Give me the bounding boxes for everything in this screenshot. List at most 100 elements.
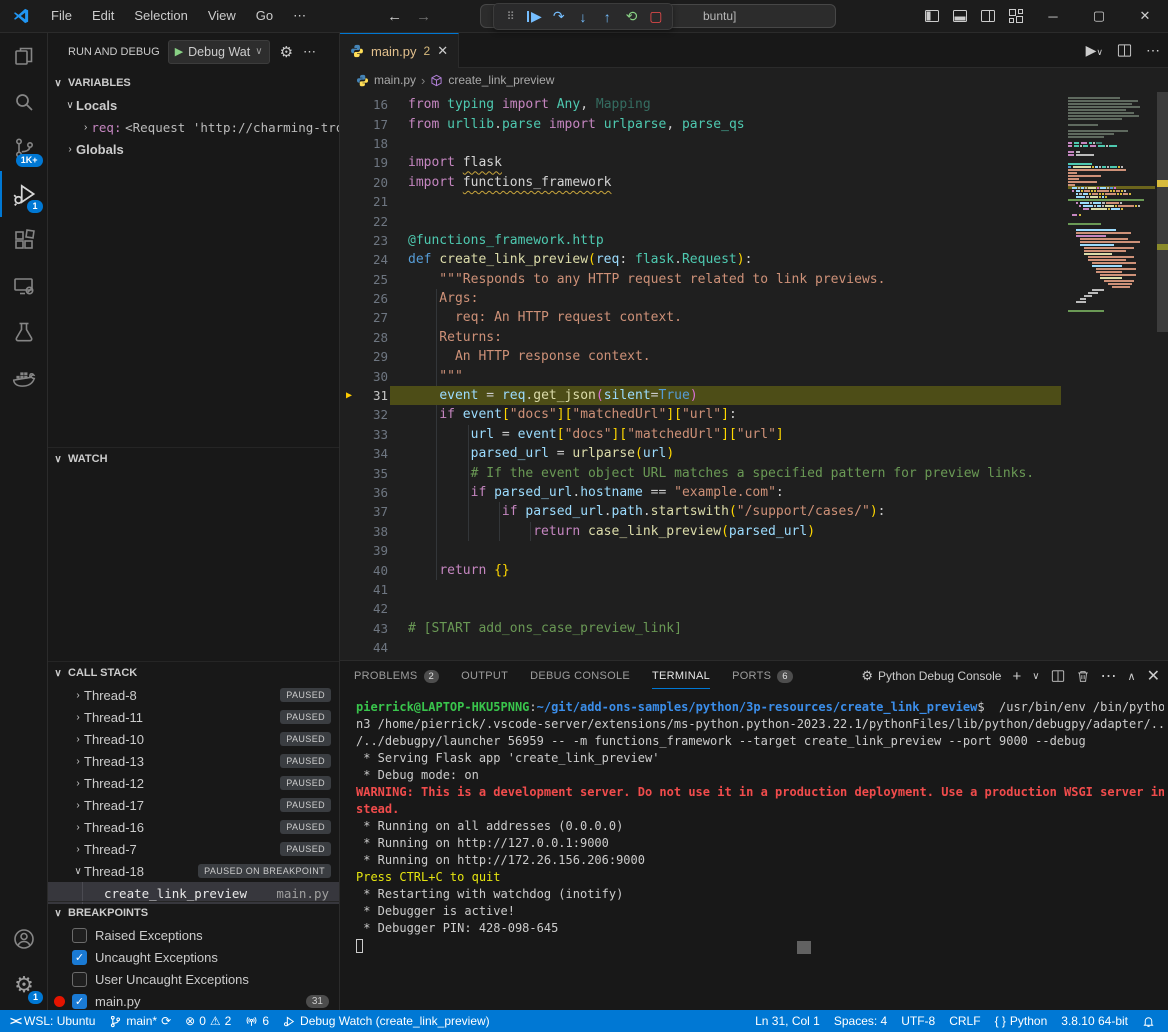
line-number[interactable]: 21 [358, 194, 388, 209]
step-over-button[interactable]: ↷ [549, 6, 569, 27]
code-line[interactable]: 36 if parsed_url.hostname == "example.co… [340, 483, 1168, 502]
code-line[interactable]: 32 if event["docs"]["matchedUrl"]["url"]… [340, 405, 1168, 424]
encoding[interactable]: UTF-8 [894, 1010, 942, 1032]
panel-tab-debug-console[interactable]: DEBUG CONSOLE [530, 661, 630, 691]
line-number[interactable]: 35 [358, 466, 388, 481]
python-interpreter[interactable]: 3.8.10 64-bit [1054, 1010, 1135, 1032]
breakpoint-row[interactable]: User Uncaught Exceptions [48, 968, 339, 990]
code-line[interactable]: 16from typing import Any, Mapping [340, 95, 1168, 114]
variable-req-row[interactable]: ›req: <Request 'http://charming-tro… [48, 116, 339, 138]
toggle-sidebar-icon[interactable] [918, 3, 946, 29]
cursor-position[interactable]: Ln 31, Col 1 [748, 1010, 827, 1032]
line-number[interactable]: 27 [358, 310, 388, 325]
step-out-button[interactable]: ↑ [597, 6, 617, 27]
line-number[interactable]: 42 [358, 601, 388, 616]
line-number[interactable]: 16 [358, 97, 388, 112]
code-line[interactable]: 24def create_link_preview(req: flask.Req… [340, 250, 1168, 269]
maximize-panel-icon[interactable]: ∧ [1128, 670, 1136, 683]
breakpoint-checkbox[interactable]: ✓ [72, 994, 87, 1009]
code-line[interactable]: 22 [340, 211, 1168, 230]
extensions-icon[interactable] [0, 217, 48, 263]
line-number[interactable]: 24 [358, 252, 388, 267]
customize-layout-icon[interactable] [1002, 3, 1030, 29]
panel-tab-output[interactable]: OUTPUT [461, 661, 508, 691]
line-number[interactable]: 22 [358, 214, 388, 229]
step-into-button[interactable]: ↓ [573, 6, 593, 27]
run-python-file-button[interactable]: ▶∨ [1086, 42, 1103, 59]
code-line[interactable]: 27 req: An HTTP request context. [340, 308, 1168, 327]
code-line[interactable]: 20import functions_framework [340, 173, 1168, 192]
code-line[interactable]: 41 [340, 580, 1168, 599]
line-number[interactable]: 44 [358, 640, 388, 655]
code-line[interactable]: 21 [340, 192, 1168, 211]
split-editor-icon[interactable] [1117, 43, 1132, 58]
minimize-button[interactable]: ─ [1030, 0, 1076, 32]
code-line[interactable]: 40 return {} [340, 560, 1168, 579]
ports-item[interactable]: 6 [238, 1010, 276, 1032]
account-icon[interactable] [0, 916, 48, 962]
editor-more-icon[interactable]: ⋯ [1146, 42, 1160, 59]
problems-item[interactable]: ⊗ 0 ⚠ 2 [178, 1010, 238, 1032]
stop-button[interactable]: ▢ [646, 6, 666, 27]
line-number[interactable]: 37 [358, 504, 388, 519]
call-stack-thread[interactable]: ›Thread-11PAUSED [48, 706, 339, 728]
globals-row[interactable]: ›Globals [48, 138, 339, 160]
minimap[interactable] [1062, 92, 1157, 660]
docker-icon[interactable] [0, 355, 48, 401]
breakpoint-checkbox[interactable] [72, 928, 87, 943]
new-terminal-icon[interactable]: + [1012, 668, 1021, 685]
call-stack-thread[interactable]: ∨Thread-18PAUSED ON BREAKPOINT [48, 860, 339, 882]
sidebar-more-icon[interactable]: ⋯ [303, 44, 316, 60]
line-number[interactable]: 23 [358, 233, 388, 248]
variables-header[interactable]: ∨VARIABLES [48, 72, 339, 94]
language-mode[interactable]: { } Python [988, 1010, 1055, 1032]
debug-config-dropdown[interactable]: ▶ Debug Wat ∨ [168, 40, 270, 64]
debug-settings-gear-icon[interactable]: ⚙ [280, 43, 293, 61]
maximize-button[interactable]: ▢ [1076, 0, 1122, 32]
call-stack-thread[interactable]: ›Thread-12PAUSED [48, 772, 339, 794]
terminal-dropdown-icon[interactable]: ∨ [1032, 671, 1039, 682]
scrollbar-thumb[interactable] [1157, 92, 1168, 332]
python-debug-console-select[interactable]: ⚙ Python Debug Console [861, 668, 1001, 684]
git-branch-item[interactable]: main* ⟳ [102, 1010, 178, 1032]
line-number[interactable]: 43 [358, 621, 388, 636]
start-debug-icon[interactable]: ▶ [175, 45, 183, 58]
call-stack-thread[interactable]: ›Thread-16PAUSED [48, 816, 339, 838]
editor-scrollbar[interactable] [1157, 92, 1168, 660]
menu-file[interactable]: File [42, 4, 81, 28]
panel-tab-ports[interactable]: PORTS6 [732, 661, 793, 691]
watch-header[interactable]: ∨WATCH [48, 448, 339, 470]
call-stack-thread[interactable]: ›Thread-10PAUSED [48, 728, 339, 750]
code-line[interactable]: 30 """ [340, 366, 1168, 385]
breakpoint-checkbox[interactable]: ✓ [72, 950, 87, 965]
forward-arrow-icon[interactable]: → [416, 8, 431, 25]
code-line[interactable]: 26 Args: [340, 289, 1168, 308]
line-number[interactable]: 26 [358, 291, 388, 306]
code-line[interactable]: 25 """Responds to any HTTP request relat… [340, 270, 1168, 289]
notifications-bell[interactable] [1135, 1010, 1162, 1032]
line-number[interactable]: 33 [358, 427, 388, 442]
breadcrumb[interactable]: main.py › create_link_preview [340, 68, 1168, 92]
menu-[interactable]: ⋯ [284, 4, 315, 28]
restart-button[interactable]: ⟲ [621, 6, 641, 27]
line-number[interactable]: 40 [358, 563, 388, 578]
code-line[interactable]: 37 if parsed_url.path.startswith("/suppo… [340, 502, 1168, 521]
line-number[interactable]: 41 [358, 582, 388, 597]
back-arrow-icon[interactable]: ← [387, 8, 402, 25]
tab-close-icon[interactable]: ✕ [437, 43, 448, 59]
code-line[interactable]: 29 An HTTP response context. [340, 347, 1168, 366]
code-editor[interactable]: 16from typing import Any, Mapping17from … [340, 92, 1168, 660]
line-number[interactable]: 19 [358, 155, 388, 170]
kill-terminal-icon[interactable] [1076, 669, 1090, 683]
code-line[interactable]: 42 [340, 599, 1168, 618]
testing-icon[interactable] [0, 309, 48, 355]
line-number[interactable]: 31 [358, 388, 388, 403]
close-button[interactable]: ✕ [1122, 0, 1168, 32]
menu-selection[interactable]: Selection [125, 4, 196, 28]
search-icon[interactable] [0, 79, 48, 125]
call-stack-thread[interactable]: ›Thread-8PAUSED [48, 684, 339, 706]
code-line[interactable]: 38 return case_link_preview(parsed_url) [340, 522, 1168, 541]
code-line[interactable]: 44 [340, 638, 1168, 657]
toggle-secondary-sidebar-icon[interactable] [974, 3, 1002, 29]
line-number[interactable]: 38 [358, 524, 388, 539]
